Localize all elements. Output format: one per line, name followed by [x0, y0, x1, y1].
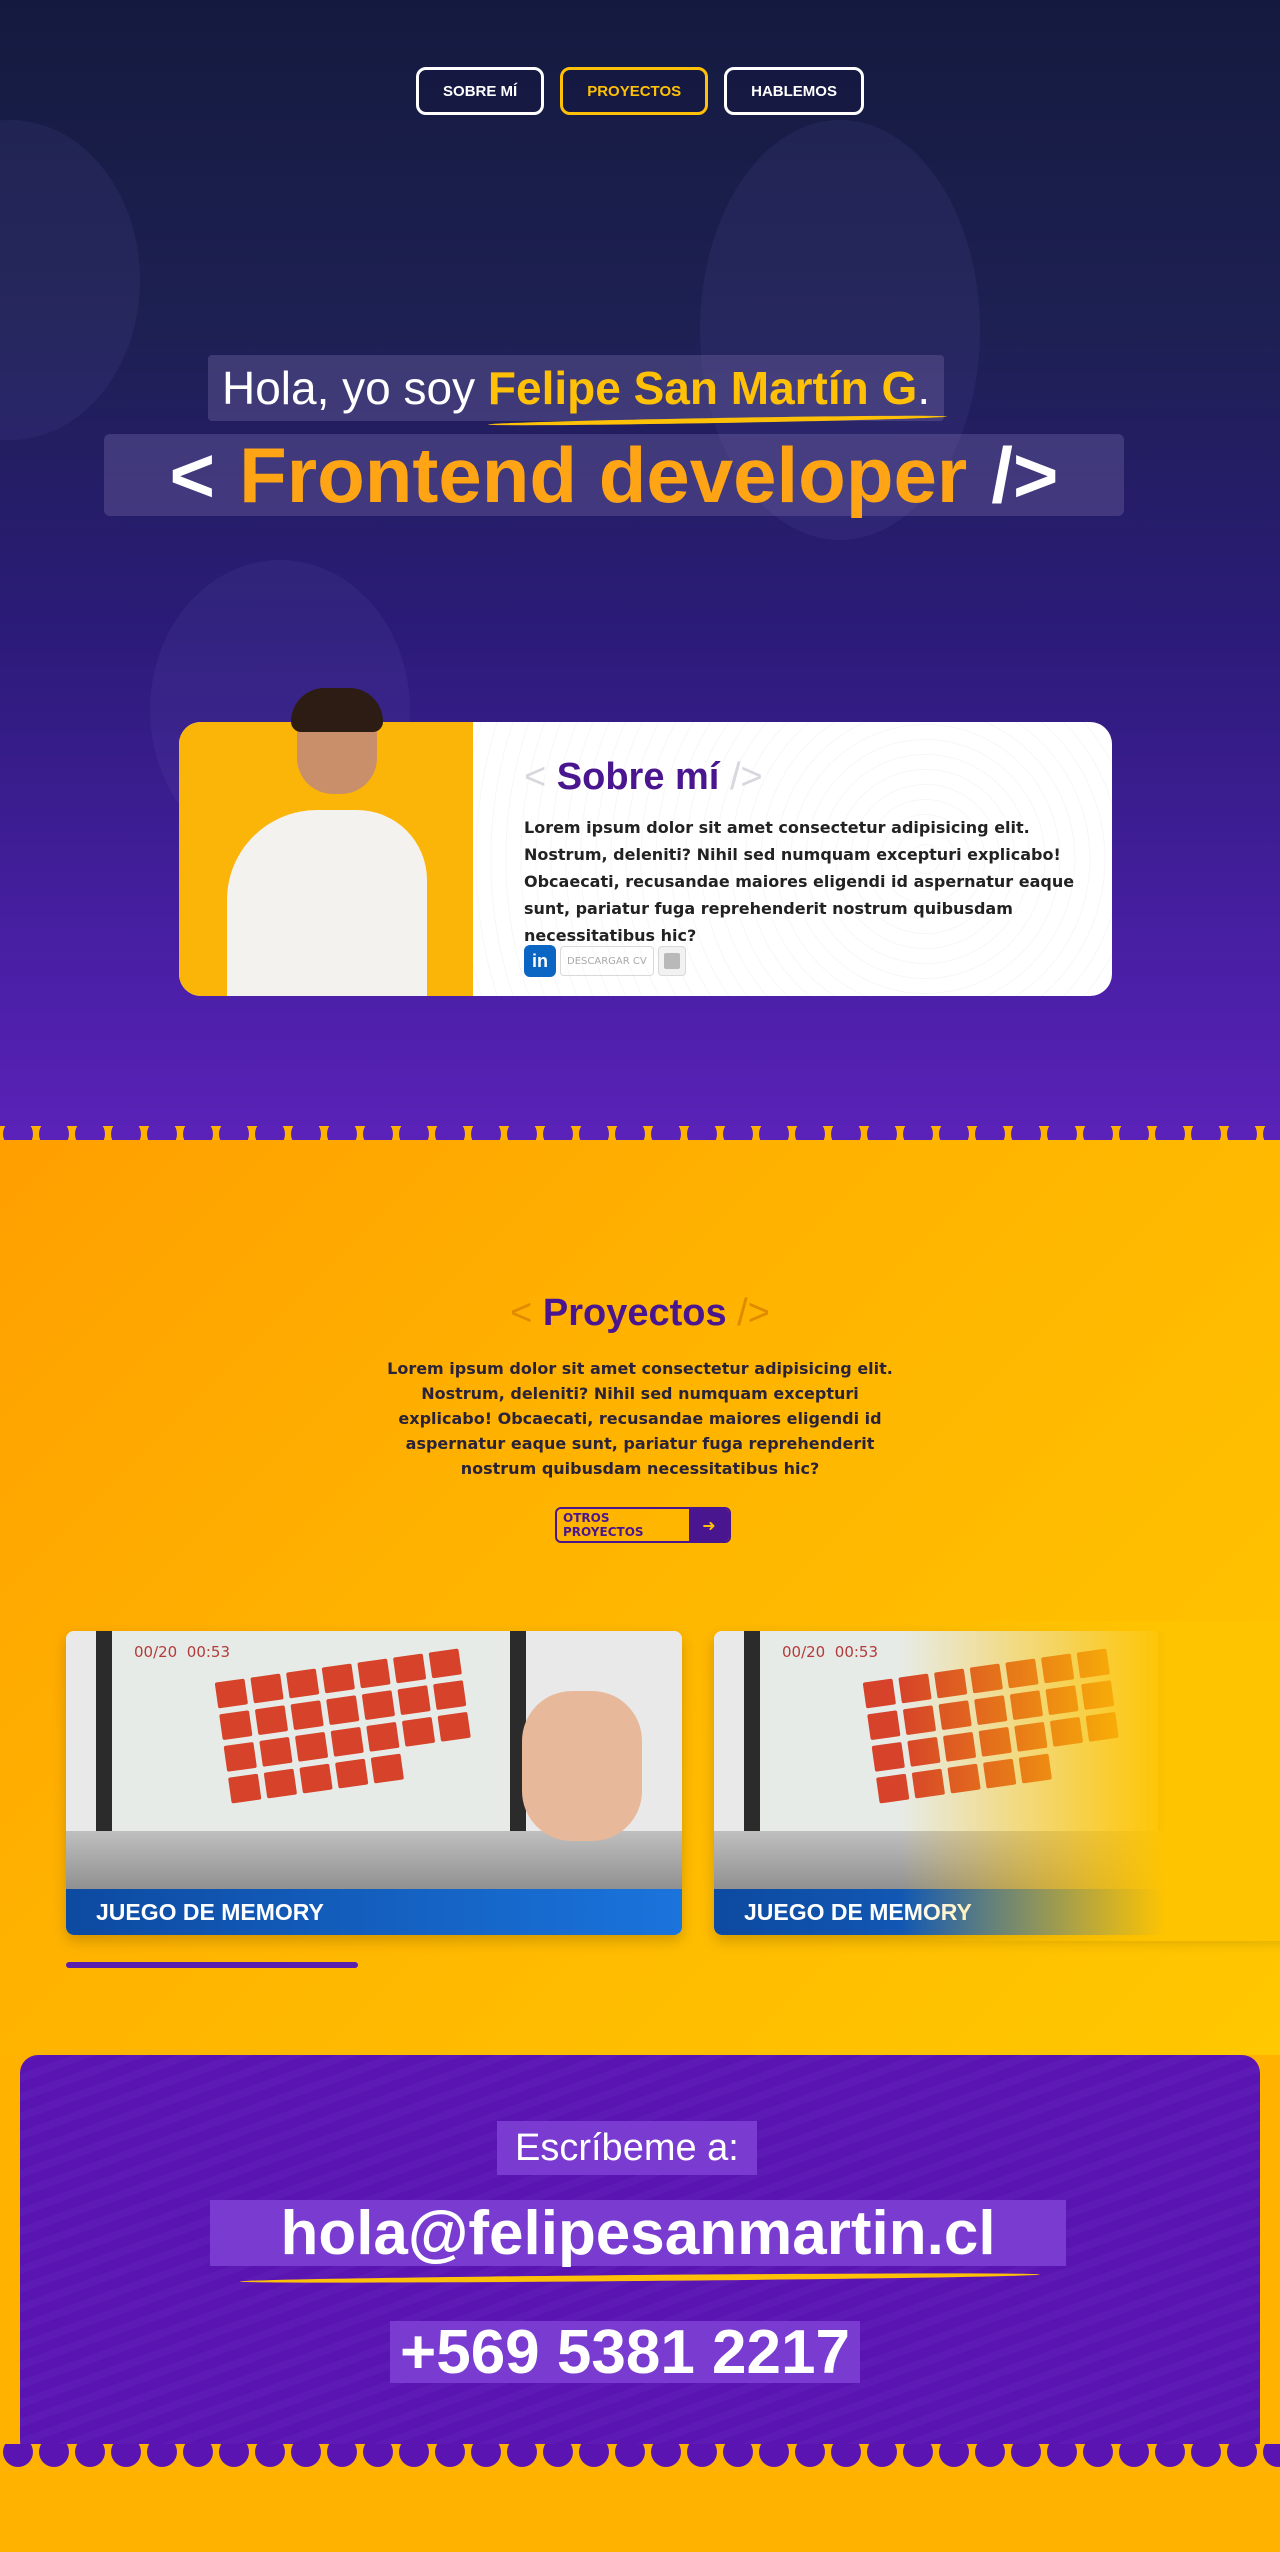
projects-close-bracket: />	[737, 1292, 770, 1334]
arrow-right-icon: ➜	[689, 1509, 729, 1541]
about-title-text: Sobre mí	[556, 756, 720, 798]
save-icon[interactable]	[657, 946, 686, 976]
projects-text: Lorem ipsum dolor sit amet consectetur a…	[387, 1359, 893, 1478]
contact-email[interactable]: hola@felipesanmartin.cl	[210, 2199, 1066, 2268]
cv-row: in DESCARGAR CV	[524, 945, 686, 977]
nav-proyectos[interactable]: PROYECTOS	[560, 67, 709, 115]
role-open-bracket: <	[169, 430, 216, 519]
greeting-dot: .	[917, 362, 931, 414]
contact-section: Escríbeme a: hola@felipesanmartin.cl +56…	[20, 2055, 1260, 2459]
hero-greeting: Hola, yo soy Felipe San Martín G .	[208, 355, 945, 421]
projects-title-text: Proyectos	[542, 1292, 727, 1334]
game-timer: 00/20 00:53	[134, 1643, 231, 1661]
about-title: < Sobre mí />	[524, 756, 763, 799]
projects-title: < Proyectos />	[0, 1292, 1280, 1335]
hero-section: SOBRE MÍ PROYECTOS HABLEMOS Hola, yo soy…	[0, 0, 1280, 1140]
person-body	[227, 810, 427, 996]
about-text: Lorem ipsum dolor sit amet consectetur a…	[524, 818, 1075, 945]
carousel-fade	[900, 1621, 1280, 1941]
scallop-divider-bottom	[0, 2444, 1280, 2472]
nav-hablemos[interactable]: HABLEMOS	[724, 67, 864, 115]
other-projects-label: OTROS PROYECTOS	[563, 1511, 644, 1539]
project-card[interactable]: 00/20 00:53 JUEGO DE MEMORY	[66, 1631, 682, 1935]
carousel-progress[interactable]	[66, 1962, 358, 1968]
nav-sobre-mi[interactable]: SOBRE MÍ	[416, 67, 545, 115]
contact-phone[interactable]: +569 5381 2217	[390, 2318, 860, 2387]
hero-name: Felipe San Martín G	[487, 362, 918, 414]
project-screenshot: 00/20 00:53	[66, 1631, 682, 1891]
main-nav: SOBRE MÍ PROYECTOS HABLEMOS	[0, 67, 1280, 115]
projects-open-bracket: <	[510, 1292, 533, 1334]
greeting-text: Hola, yo soy	[222, 362, 488, 414]
about-close-bracket: />	[729, 756, 763, 798]
project-card-title: JUEGO DE MEMORY	[66, 1889, 682, 1935]
game-timer: 00/20 00:53	[782, 1643, 879, 1661]
person-hair	[291, 688, 383, 732]
download-cv-button[interactable]: DESCARGAR CV	[560, 946, 654, 976]
about-open-bracket: <	[524, 756, 547, 798]
email-underline	[239, 2271, 1041, 2285]
contact-label: Escríbeme a:	[497, 2121, 757, 2175]
role-title: Frontend developer	[239, 430, 968, 519]
role-close-bracket: />	[991, 430, 1059, 519]
linkedin-icon[interactable]: in	[524, 945, 556, 977]
about-card: < Sobre mí /> Lorem ipsum dolor sit amet…	[179, 688, 1112, 996]
other-projects-button[interactable]: OTROS PROYECTOS ➜	[555, 1507, 731, 1543]
profile-photo	[179, 688, 473, 996]
hero-role: < Frontend developer />	[104, 431, 1124, 519]
